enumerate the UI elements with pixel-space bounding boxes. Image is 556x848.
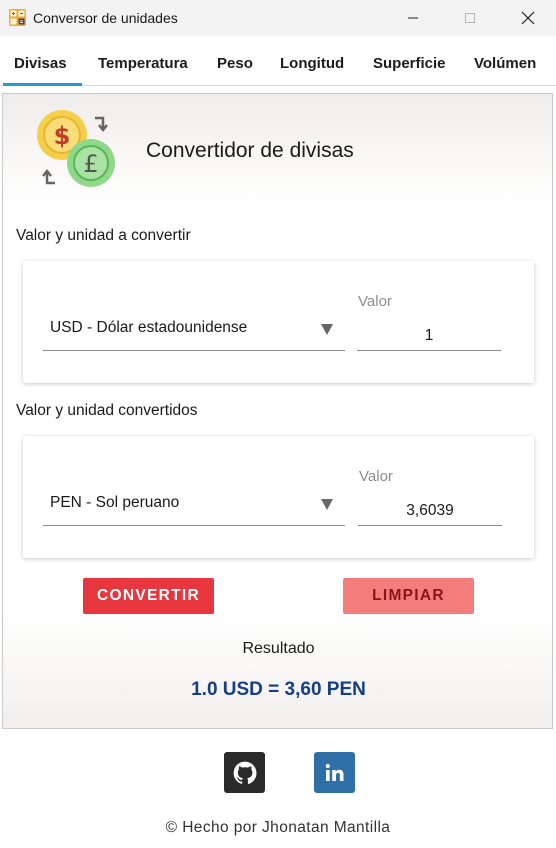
input-section-label: Valor y unidad a convertir <box>16 227 191 244</box>
tab-temperatura[interactable]: Temperatura <box>98 55 188 72</box>
linkedin-icon <box>325 763 343 781</box>
tab-longitud[interactable]: Longitud <box>280 55 344 72</box>
maximize-icon <box>465 13 475 23</box>
tab-divisas[interactable]: Divisas <box>14 55 67 72</box>
from-unit-value: USD - Dólar estadounidense <box>50 319 248 336</box>
tab-bar: Divisas Temperatura Peso Longitud Superf… <box>0 36 556 86</box>
github-button[interactable] <box>224 752 265 793</box>
tab-peso[interactable]: Peso <box>217 55 253 72</box>
result-label: Resultado <box>242 640 315 657</box>
minimize-icon <box>408 17 418 19</box>
linkedin-button[interactable] <box>314 752 355 793</box>
to-unit-value: PEN - Sol peruano <box>50 494 180 511</box>
svg-text:£: £ <box>83 150 98 178</box>
input-card: USD - Dólar estadounidense Valor <box>23 261 534 383</box>
github-icon <box>233 761 256 784</box>
from-unit-select[interactable]: USD - Dólar estadounidense <box>43 307 345 351</box>
output-card: PEN - Sol peruano Valor <box>23 436 534 558</box>
input-value-field[interactable] <box>357 321 501 351</box>
minimize-button[interactable] <box>390 0 436 36</box>
dropdown-arrow-icon <box>321 324 333 335</box>
clear-button[interactable]: LIMPIAR <box>343 578 474 614</box>
output-section-label: Valor y unidad convertidos <box>16 402 198 419</box>
input-value-caption: Valor <box>358 293 392 310</box>
tabs-divider <box>0 85 556 86</box>
to-unit-select[interactable]: PEN - Sol peruano <box>43 482 345 526</box>
output-value-field[interactable] <box>358 496 502 526</box>
close-button[interactable] <box>505 0 551 36</box>
calculator-icon <box>9 9 26 26</box>
svg-text:$: $ <box>54 122 71 150</box>
footer-credit: © Hecho por Jhonatan Mantilla <box>165 819 391 836</box>
tab-volumen[interactable]: Volúmen <box>474 55 536 72</box>
close-icon <box>521 11 535 25</box>
convert-button[interactable]: CONVERTIR <box>83 578 214 614</box>
dropdown-arrow-icon <box>321 499 333 510</box>
maximize-button[interactable] <box>447 0 493 36</box>
output-value-caption: Valor <box>359 468 393 485</box>
title-bar: Conversor de unidades <box>0 0 556 36</box>
result-value: 1.0 USD = 3,60 PEN <box>191 679 366 700</box>
tab-superficie[interactable]: Superficie <box>373 55 446 72</box>
window-title: Conversor de unidades <box>33 10 178 26</box>
converter-panel: $ £ Convertidor de divisas Valor y unida… <box>2 93 553 729</box>
page-title: Convertidor de divisas <box>146 139 354 162</box>
currency-exchange-icon: $ £ <box>37 110 115 187</box>
active-tab-indicator <box>3 83 82 86</box>
